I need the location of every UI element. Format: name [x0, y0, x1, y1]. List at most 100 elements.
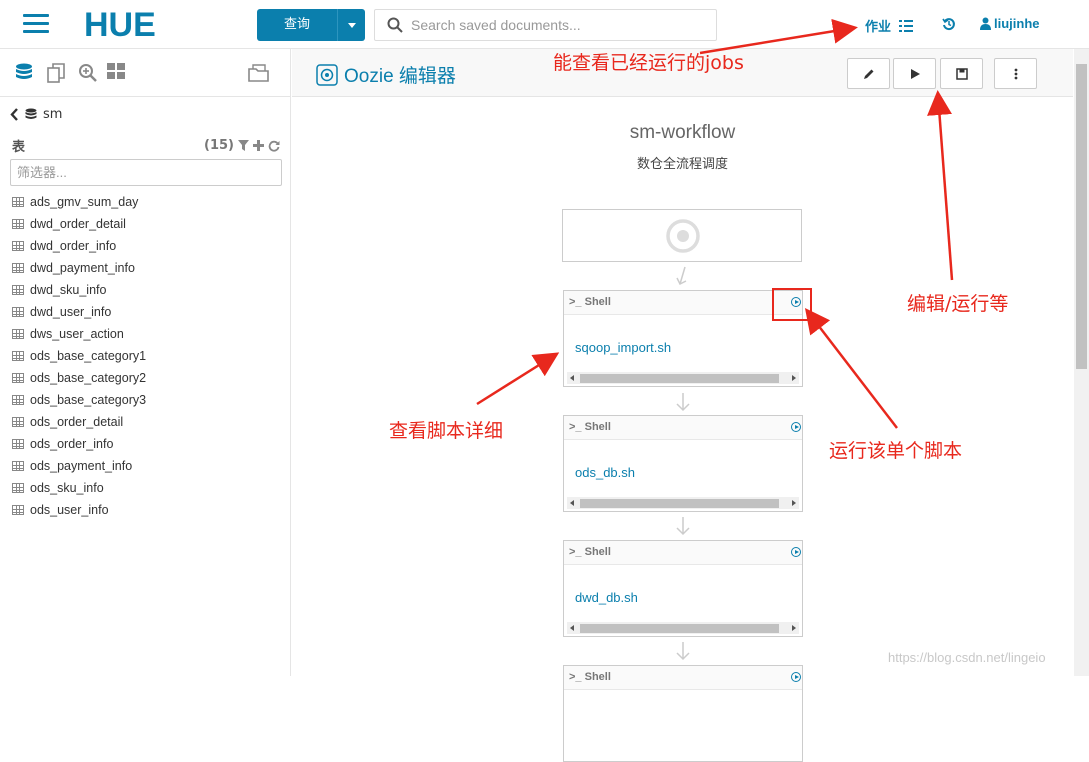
- node-script-link[interactable]: dwd_db.sh: [575, 590, 638, 605]
- flow-arrow-icon: [676, 266, 687, 286]
- shell-action-node[interactable]: >_ Shell: [563, 665, 803, 762]
- table-name[interactable]: ods_base_category3: [30, 393, 146, 407]
- search-input[interactable]: [411, 17, 701, 33]
- table-list: ads_gmv_sum_day dwd_order_detail dwd_ord…: [12, 191, 146, 521]
- table-name[interactable]: dwd_user_info: [30, 305, 111, 319]
- table-icon: [12, 395, 24, 405]
- edit-button[interactable]: [847, 58, 890, 89]
- horizontal-scrollbar[interactable]: [567, 497, 799, 509]
- table-list-item[interactable]: ods_base_category3: [12, 389, 146, 411]
- table-name[interactable]: ods_order_detail: [30, 415, 123, 429]
- table-list-item[interactable]: ods_order_detail: [12, 411, 146, 433]
- jobs-link[interactable]: 作业: [865, 16, 914, 35]
- node-type: Shell: [584, 546, 611, 558]
- shell-action-node[interactable]: >_ Shell sqoop_import.sh: [563, 290, 803, 387]
- apps-grid-icon[interactable]: [107, 63, 126, 81]
- table-list-item[interactable]: ods_sku_info: [12, 477, 146, 499]
- table-name[interactable]: ods_base_category1: [30, 349, 146, 363]
- table-list-item[interactable]: ods_user_info: [12, 499, 146, 521]
- table-name[interactable]: ods_sku_info: [30, 481, 104, 495]
- refresh-icon[interactable]: [268, 140, 280, 152]
- table-icon: [12, 263, 24, 273]
- table-name[interactable]: ods_payment_info: [30, 459, 132, 473]
- run-node-highlight: [772, 288, 812, 321]
- table-list-item[interactable]: dwd_user_info: [12, 301, 146, 323]
- table-list-item[interactable]: ads_gmv_sum_day: [12, 191, 146, 213]
- left-assist-panel: sm 表 (15) ads_gmv_sum_day dwd_order_deta…: [0, 49, 291, 676]
- filter-icon[interactable]: [238, 140, 249, 151]
- workflow-name[interactable]: sm-workflow: [292, 122, 1073, 144]
- node-header: >_ Shell: [564, 541, 802, 565]
- table-list-item[interactable]: ods_base_category2: [12, 367, 146, 389]
- menu-icon[interactable]: [23, 14, 49, 34]
- run-node-icon[interactable]: [791, 547, 801, 557]
- run-button[interactable]: [893, 58, 936, 89]
- editor-title-text: Oozie 编辑器: [344, 66, 456, 87]
- add-icon[interactable]: [253, 140, 264, 151]
- table-name[interactable]: dwd_sku_info: [30, 283, 106, 297]
- query-button[interactable]: 查询: [257, 9, 365, 41]
- flow-arrow-icon: [676, 517, 690, 536]
- editor-title: Oozie 编辑器: [316, 61, 456, 88]
- shell-icon: >_: [569, 296, 585, 308]
- table-name[interactable]: ods_base_category2: [30, 371, 146, 385]
- history-icon[interactable]: [942, 17, 956, 31]
- table-list-item[interactable]: dws_user_action: [12, 323, 146, 345]
- run-single-annotation: 运行该单个脚本: [829, 440, 963, 462]
- node-header: >_ Shell: [564, 291, 802, 315]
- table-name[interactable]: dwd_order_detail: [30, 217, 126, 231]
- table-name[interactable]: ods_user_info: [30, 503, 109, 517]
- shell-action-node[interactable]: >_ Shell dwd_db.sh: [563, 540, 803, 637]
- user-menu[interactable]: liujinhe: [980, 16, 1040, 31]
- jobs-label[interactable]: 作业: [865, 16, 891, 35]
- query-dropdown-caret[interactable]: [337, 9, 365, 41]
- table-name[interactable]: ads_gmv_sum_day: [30, 195, 138, 209]
- folder-icon[interactable]: [248, 63, 270, 83]
- workflow-description[interactable]: 数仓全流程调度: [292, 153, 1073, 172]
- table-list-item[interactable]: ods_order_info: [12, 433, 146, 455]
- search-box[interactable]: [374, 9, 717, 41]
- database-icon[interactable]: [15, 63, 33, 83]
- save-button[interactable]: [940, 58, 983, 89]
- vertical-scrollbar[interactable]: [1074, 49, 1089, 676]
- scrollbar-thumb[interactable]: [1076, 64, 1087, 369]
- pencil-icon: [863, 69, 873, 79]
- node-script-link[interactable]: sqoop_import.sh: [575, 340, 671, 355]
- table-list-item[interactable]: dwd_payment_info: [12, 257, 146, 279]
- table-name[interactable]: dws_user_action: [30, 327, 124, 341]
- table-list-item[interactable]: dwd_order_info: [12, 235, 146, 257]
- search-zoom-icon[interactable]: [78, 63, 97, 83]
- flow-arrow-icon: [676, 642, 690, 661]
- more-vertical-icon: [1014, 68, 1017, 79]
- documents-icon[interactable]: [47, 63, 66, 83]
- svg-text:HUE: HUE: [84, 7, 156, 41]
- table-icon: [12, 329, 24, 339]
- table-list-item[interactable]: dwd_order_detail: [12, 213, 146, 235]
- database-name[interactable]: sm: [43, 107, 62, 122]
- table-filter-input[interactable]: [10, 159, 282, 186]
- table-list-item[interactable]: ods_payment_info: [12, 455, 146, 477]
- query-button-label[interactable]: 查询: [257, 9, 337, 41]
- node-header: >_ Shell: [564, 416, 802, 440]
- table-icon: [12, 351, 24, 361]
- run-node-icon[interactable]: [791, 422, 801, 432]
- tables-header: 表 (15): [12, 136, 280, 155]
- table-name[interactable]: dwd_payment_info: [30, 261, 135, 275]
- shell-action-node[interactable]: >_ Shell ods_db.sh: [563, 415, 803, 512]
- more-options-button[interactable]: [994, 58, 1037, 89]
- table-list-item[interactable]: dwd_sku_info: [12, 279, 146, 301]
- run-node-icon[interactable]: [791, 672, 801, 682]
- hue-logo[interactable]: HUE: [84, 7, 184, 41]
- node-script-link[interactable]: ods_db.sh: [575, 465, 635, 480]
- horizontal-scrollbar[interactable]: [567, 622, 799, 634]
- table-list-item[interactable]: ods_base_category1: [12, 345, 146, 367]
- horizontal-scrollbar[interactable]: [567, 372, 799, 384]
- table-icon: [12, 461, 24, 471]
- user-name[interactable]: liujinhe: [994, 16, 1040, 31]
- table-icon: [12, 307, 24, 317]
- watermark: https://blog.csdn.net/lingeio: [888, 650, 1046, 665]
- database-breadcrumb[interactable]: sm: [10, 107, 62, 122]
- back-chevron-icon[interactable]: [10, 108, 19, 121]
- table-name[interactable]: ods_order_info: [30, 437, 113, 451]
- table-name[interactable]: dwd_order_info: [30, 239, 116, 253]
